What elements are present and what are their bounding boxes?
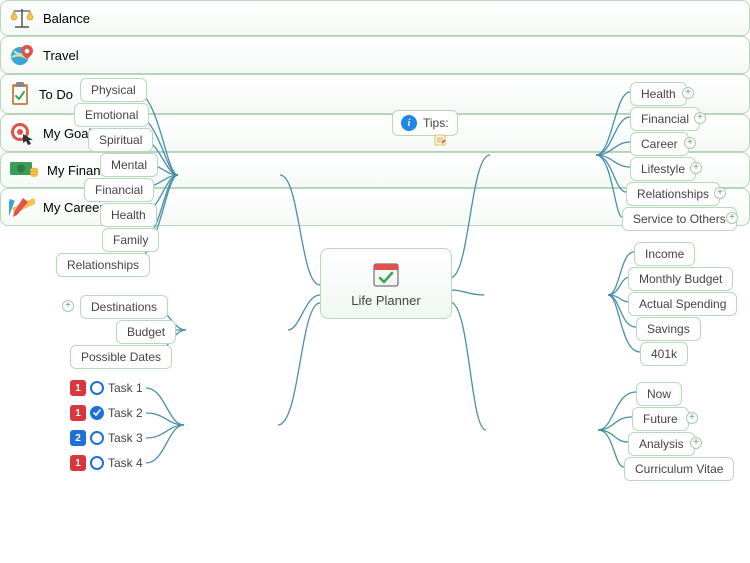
calendar-check-icon	[371, 259, 401, 289]
leaf-balance-family[interactable]: Family	[102, 228, 159, 252]
expand-goals-lifestyle[interactable]	[690, 162, 702, 174]
task-row-2[interactable]: 1 Task 2	[70, 405, 143, 421]
task-label: Task 4	[108, 456, 143, 470]
priority-badge: 1	[70, 405, 86, 421]
leaf-fin-savings[interactable]: Savings	[636, 317, 701, 341]
leaf-fin-budget[interactable]: Monthly Budget	[628, 267, 733, 291]
leaf-fin-401k[interactable]: 401k	[640, 342, 688, 366]
leaf-balance-emotional[interactable]: Emotional	[74, 103, 149, 127]
expand-career-analysis[interactable]	[690, 437, 702, 449]
money-icon	[9, 159, 39, 181]
leaf-balance-relationships[interactable]: Relationships	[56, 253, 150, 277]
leaf-career-analysis[interactable]: Analysis	[628, 432, 695, 456]
center-node[interactable]: Life Planner	[320, 248, 452, 319]
task-label: Task 2	[108, 406, 143, 420]
leaf-balance-financial[interactable]: Financial	[84, 178, 154, 202]
target-cursor-icon	[9, 121, 35, 145]
leaf-travel-dates[interactable]: Possible Dates	[70, 345, 172, 369]
progress-circle-icon	[90, 406, 104, 420]
info-icon: i	[401, 115, 417, 131]
expand-goals-service[interactable]	[726, 212, 738, 224]
center-label: Life Planner	[321, 293, 451, 318]
branch-balance[interactable]: Balance	[0, 0, 750, 36]
leaf-career-future[interactable]: Future	[632, 407, 689, 431]
leaf-goals-health[interactable]: Health	[630, 82, 687, 106]
expand-goals-health[interactable]	[682, 87, 694, 99]
branch-todo-label: To Do	[39, 87, 73, 102]
leaf-goals-career[interactable]: Career	[630, 132, 689, 156]
ruler-pencil-icon	[9, 195, 35, 219]
expand-travel-destinations[interactable]	[62, 300, 74, 312]
priority-badge: 1	[70, 455, 86, 471]
progress-circle-icon	[90, 431, 104, 445]
branch-balance-label: Balance	[43, 11, 90, 26]
leaf-travel-budget[interactable]: Budget	[116, 320, 176, 344]
tips-label: Tips:	[423, 116, 449, 130]
expand-career-future[interactable]	[686, 412, 698, 424]
priority-badge: 2	[70, 430, 86, 446]
leaf-balance-spiritual[interactable]: Spiritual	[88, 128, 153, 152]
leaf-goals-financial[interactable]: Financial	[630, 107, 700, 131]
note-icon	[434, 134, 446, 146]
progress-circle-icon	[90, 381, 104, 395]
leaf-fin-income[interactable]: Income	[634, 242, 695, 266]
leaf-goals-lifestyle[interactable]: Lifestyle	[630, 157, 696, 181]
task-label: Task 1	[108, 381, 143, 395]
leaf-balance-health[interactable]: Health	[100, 203, 157, 227]
leaf-career-now[interactable]: Now	[636, 382, 682, 406]
task-row-3[interactable]: 2 Task 3	[70, 430, 143, 446]
expand-goals-relationships[interactable]	[714, 187, 726, 199]
progress-circle-icon	[90, 456, 104, 470]
leaf-balance-mental[interactable]: Mental	[100, 153, 158, 177]
leaf-travel-destinations[interactable]: Destinations	[80, 295, 168, 319]
leaf-career-cv[interactable]: Curriculum Vitae	[624, 457, 734, 481]
scales-icon	[9, 7, 35, 29]
tips-node[interactable]: i Tips:	[392, 110, 458, 136]
leaf-goals-relationships[interactable]: Relationships	[626, 182, 720, 206]
priority-badge: 1	[70, 380, 86, 396]
mindmap-canvas: Life Planner i Tips: Balance Physical Em…	[0, 0, 750, 563]
task-row-1[interactable]: 1 Task 1	[70, 380, 143, 396]
task-row-4[interactable]: 1 Task 4	[70, 455, 143, 471]
branch-travel-label: Travel	[43, 48, 79, 63]
expand-goals-career[interactable]	[684, 137, 696, 149]
branch-travel[interactable]: Travel	[0, 36, 750, 74]
task-label: Task 3	[108, 431, 143, 445]
leaf-fin-spend[interactable]: Actual Spending	[628, 292, 737, 316]
globe-pin-icon	[9, 43, 35, 67]
clipboard-check-icon	[9, 81, 31, 107]
expand-goals-financial[interactable]	[694, 112, 706, 124]
leaf-goals-service[interactable]: Service to Others	[622, 207, 737, 231]
leaf-balance-physical[interactable]: Physical	[80, 78, 147, 102]
